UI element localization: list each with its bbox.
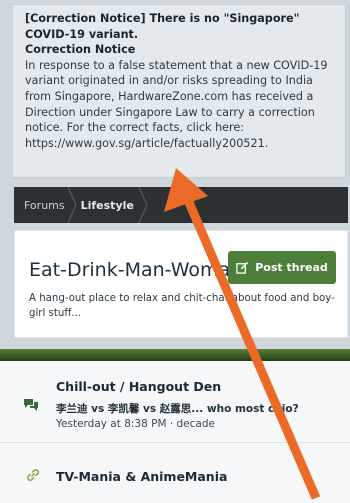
node-title[interactable]: Chill-out / Hangout Den (56, 379, 221, 394)
last-post-title[interactable]: 李兰迪 vs 李凯馨 vs 赵露思... who most chio? (56, 401, 299, 416)
forum-title: Eat-Drink-Man-Woman (29, 259, 243, 281)
notice-body: In response to a false statement that a … (25, 58, 328, 135)
correction-notice: [Correction Notice] There is no "Singapo… (12, 4, 346, 178)
list-item[interactable]: Chill-out / Hangout Den 李兰迪 vs 李凯馨 vs 赵露… (0, 361, 350, 443)
chat-bubbles-icon (24, 399, 38, 411)
post-thread-label: Post thread (255, 261, 328, 274)
breadcrumb-separator (67, 187, 77, 223)
post-thread-button[interactable]: Post thread (228, 251, 336, 284)
breadcrumb-item-forums[interactable]: Forums (14, 187, 77, 223)
notice-link[interactable]: https://www.gov.sg/article/factually2005… (25, 136, 335, 152)
node-title[interactable]: TV-Mania & AnimeMania (56, 469, 227, 484)
breadcrumb: Forums Lifestyle (14, 187, 348, 223)
section-divider (0, 349, 350, 361)
breadcrumb-label: Lifestyle (80, 198, 134, 212)
last-post-meta: Yesterday at 8:38 PM · decade (56, 418, 215, 430)
list-item[interactable]: TV-Mania & AnimeMania (0, 444, 350, 503)
edit-icon (236, 261, 249, 274)
notice-title: [Correction Notice] There is no "Singapo… (25, 12, 300, 41)
breadcrumb-label: Forums (24, 198, 65, 212)
breadcrumb-item-lifestyle[interactable]: Lifestyle (77, 187, 148, 223)
node-list: Chill-out / Hangout Den 李兰迪 vs 李凯馨 vs 赵露… (0, 361, 350, 503)
breadcrumb-separator (138, 187, 148, 223)
notice-subtitle: Correction Notice (25, 43, 136, 57)
forum-description: A hang-out place to relax and chit-chat … (29, 293, 335, 319)
forum-header: Eat-Drink-Man-Woman Post thread A hang-o… (14, 230, 348, 338)
link-icon (27, 469, 39, 481)
